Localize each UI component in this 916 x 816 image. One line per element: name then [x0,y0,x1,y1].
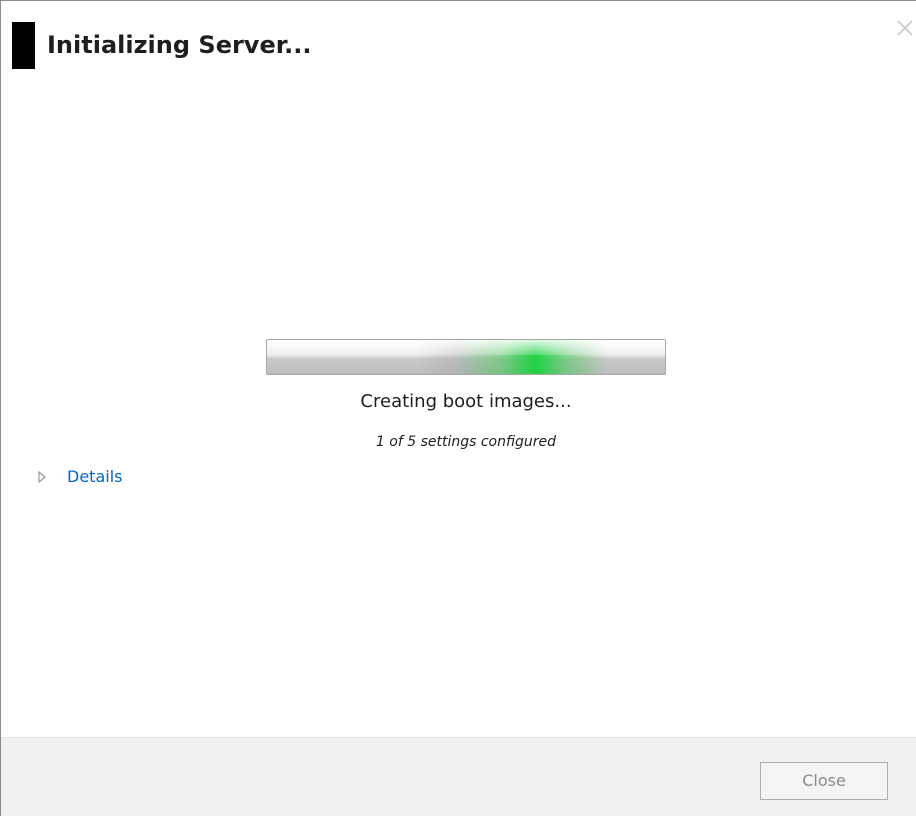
triangle-right-icon [37,470,49,484]
close-button[interactable]: Close [760,762,888,800]
progress-bar [266,339,666,375]
close-icon[interactable] [894,17,916,39]
title-bar: Initializing Server... [1,1,916,81]
dialog-content: Creating boot images... 1 of 5 settings … [1,81,916,736]
progress-bar-highlight [267,340,665,355]
dialog-footer: Close [1,737,916,816]
details-link[interactable]: Details [67,464,122,490]
progress-substatus-text: 1 of 5 settings configured [375,434,557,450]
initializing-server-dialog: Initializing Server... Creating boot ima… [0,0,916,816]
details-expander[interactable]: Details [37,464,122,490]
dialog-title: Initializing Server... [47,31,312,59]
title-accent-bar [12,22,35,69]
progress-status-text: Creating boot images... [360,391,572,412]
